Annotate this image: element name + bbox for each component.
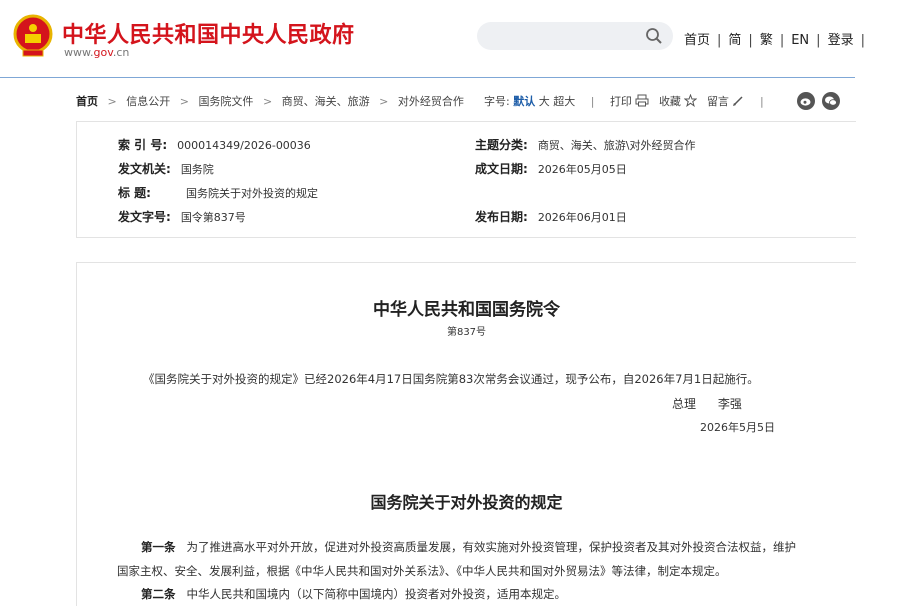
docno-label: 发文字号: [118,210,171,224]
published-value: 2026年06月01日 [537,211,627,224]
nav-login[interactable]: 登录 [828,33,854,48]
document-info-box: 索 引 号: 000014349/2026-00036 主题分类: 商贸、海关、旅游… [76,121,856,238]
title-label: 标 题: [118,186,151,200]
font-size-xlarge[interactable]: 超大 [553,95,575,108]
article-2-text: 中华人民共和国境内（以下简称中国境内）投资者对外投资，适用本规定。 [186,587,566,601]
nav-separator: | [717,33,722,48]
index-label: 索 引 号: [118,138,168,152]
nav-simplified[interactable]: 简 [728,33,741,48]
info-created-date: 成文日期: 2026年05月05日 [475,160,627,177]
site-header: 中华人民共和国中央人民政府 www.gov.cn 首页 | 简 | 繁 | EN | 登录 | [0,0,897,78]
print-icon [635,94,649,107]
share-buttons [797,90,847,110]
nav-english[interactable]: EN [791,33,809,48]
info-category: 主题分类: 商贸、海关、旅游\对外经贸合作 [475,136,696,153]
favorite-label: 收藏 [658,95,681,108]
star-icon [684,94,698,107]
signer-role: 总理 [672,397,697,411]
search-input[interactable] [477,22,673,50]
tools-separator: | [590,95,595,108]
created-label: 成文日期: [475,162,528,176]
nav-separator: | [860,33,865,48]
article-1-text-1: 为了推进高水平对外开放，促进对外投资高质量发展，有效实施对外投资管理，保护投资者… [186,540,796,554]
docno-value: 国令第837号 [180,211,246,224]
breadcrumb-arrow: > [262,95,273,108]
breadcrumb: 首页 > 信息公开 > 国务院文件 > 商贸、海关、旅游 > 对外经贸合作 [76,93,464,109]
weibo-icon[interactable] [797,91,815,110]
nav-traditional[interactable]: 繁 [760,33,773,48]
breadcrumb-home[interactable]: 首页 [76,95,98,108]
order-number: 第837号 [446,327,487,338]
site-url-suffix: .cn [112,46,130,59]
print-label: 打印 [609,95,632,108]
font-size-label: 字号: [484,95,510,108]
created-value: 2026年05月05日 [537,163,627,176]
order-title: 中华人民共和国国务院令 [373,300,560,320]
breadcrumb-item-foreign-trade[interactable]: 对外经贸合作 [398,95,464,108]
tools-separator: | [759,95,764,108]
issuer-value: 国务院 [180,163,214,176]
comment-label: 留言 [706,95,729,108]
info-published-date: 发布日期: 2026年06月01日 [475,208,627,225]
article-1-line-2: 国家主权、安全、发展利益，根据《中华人民共和国对外关系法》、《中华人民共和国对外… [117,564,727,578]
info-index: 索 引 号: 000014349/2026-00036 [118,136,311,153]
info-doc-number: 发文字号: 国令第837号 [118,208,246,225]
breadcrumb-item-commerce[interactable]: 商贸、海关、旅游 [282,95,370,108]
favorite-button[interactable]: 收藏 [658,94,698,108]
national-emblem-icon[interactable] [13,14,53,58]
header-divider [0,77,855,78]
comment-button[interactable]: 留言 [707,95,745,108]
site-url-prefix: www. [64,46,94,59]
article-1-line-1: 第一条 为了推进高水平对外开放，促进对外投资高质量发展，有效实施对外投资管理，保… [141,539,796,555]
font-size-default[interactable]: 默认 [513,95,535,108]
index-value: 000014349/2026-00036 [177,139,311,152]
article-2-label: 第二条 [141,587,176,601]
published-label: 发布日期: [475,210,528,224]
nav-separator: | [779,33,785,48]
print-button[interactable]: 打印 [609,94,650,108]
font-size-large[interactable]: 大 [539,95,550,108]
article-2: 第二条 中华人民共和国境内（以下简称中国境内）投资者对外投资，适用本规定。 [141,586,566,602]
wechat-icon[interactable] [822,91,840,110]
breadcrumb-arrow: > [107,95,117,108]
category-value: 商贸、海关、旅游\对外经贸合作 [537,139,696,152]
breadcrumb-arrow: > [179,95,189,108]
breadcrumb-item-state-council-docs[interactable]: 国务院文件 [198,95,253,108]
issuer-label: 发文机关: [118,162,171,176]
signer: 总理 李强 [672,395,742,412]
pencil-icon [733,96,743,106]
announcement-text: 《国务院关于对外投资的规定》已经2026年4月17日国务院第83次常务会议通过，… [143,372,759,386]
info-issuer: 发文机关: 国务院 [118,160,214,177]
regulation-title: 国务院关于对外投资的规定 [370,493,563,512]
category-label: 主题分类: [475,138,528,152]
title-value: 国务院关于对外投资的规定 [186,187,318,200]
breadcrumb-arrow: > [379,95,389,108]
info-title: 标 题: 国务院关于对外投资的规定 [118,184,318,201]
article-1-label: 第一条 [141,540,176,554]
search-icon[interactable] [645,27,663,45]
nav-home[interactable]: 首页 [684,33,710,48]
site-url: www.gov.cn [64,46,129,59]
top-nav: 首页 | 简 | 繁 | EN | 登录 | [684,29,872,48]
sign-date: 2026年5月5日 [700,421,775,434]
nav-separator: | [816,33,821,48]
article-tools: 字号: 默认 大 超大 | 打印 收藏 留言 | [484,93,776,109]
nav-separator: | [748,33,753,48]
site-title[interactable]: 中华人民共和国中央人民政府 [62,17,355,49]
article-body: 中华人民共和国国务院令 第837号 《国务院关于对外投资的规定》已经2026年4… [76,262,856,606]
site-url-gov: gov [93,46,113,59]
signer-name: 李强 [717,397,742,411]
breadcrumb-item-info-disclosure[interactable]: 信息公开 [126,95,170,108]
